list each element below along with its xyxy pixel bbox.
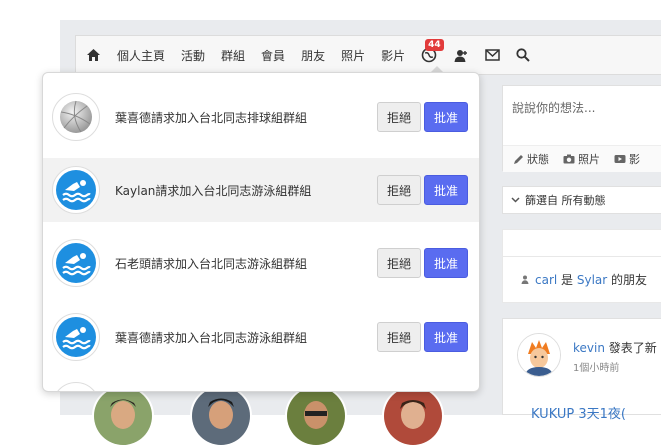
- reject-button[interactable]: 拒絕: [377, 175, 421, 205]
- approve-button[interactable]: 批准: [424, 248, 468, 278]
- group-requests-dropdown: 葉喜德請求加入台北同志排球組群組 拒絕 批准 Kaylan請求加入台北同志游泳組…: [42, 72, 480, 392]
- feed-timestamp: 1個小時前: [573, 363, 620, 374]
- friend-connector: 是: [557, 273, 577, 287]
- status-action[interactable]: 狀態: [513, 151, 549, 167]
- post-placeholder[interactable]: 說說你的想法...: [512, 99, 595, 116]
- avatar[interactable]: [190, 385, 252, 447]
- search-icon[interactable]: [516, 48, 530, 62]
- approve-button[interactable]: 批准: [424, 322, 468, 352]
- feed-author-line: kevin 發表了新: [573, 339, 657, 356]
- list-item: 葉喜德請求加入台北同志游泳組群組 拒絕 批准: [43, 305, 479, 369]
- request-text: 石老頭請求加入台北同志游泳組群組: [115, 256, 308, 271]
- nav-photos[interactable]: 照片: [341, 47, 365, 64]
- feed-action-text: 發表了新: [604, 341, 657, 355]
- approve-button[interactable]: 批准: [424, 102, 468, 132]
- avatar[interactable]: [285, 385, 347, 447]
- top-navigation: 個人主頁 活動 群組 會員 朋友 照片 影片 44: [75, 35, 661, 75]
- friend-user-link-1[interactable]: carl: [535, 273, 557, 287]
- nav-profile[interactable]: 個人主頁: [117, 47, 165, 64]
- approve-button[interactable]: 批准: [424, 175, 468, 205]
- request-text: Kaylan請求加入台北同志游泳組群組: [115, 183, 312, 198]
- avatar: [52, 382, 100, 391]
- nav-friends[interactable]: 朋友: [301, 47, 325, 64]
- nav-videos[interactable]: 影片: [381, 47, 405, 64]
- status-post-box[interactable]: 說說你的想法... 狀態 照片 影: [502, 85, 661, 172]
- notifications-globe-icon[interactable]: 44: [421, 39, 444, 63]
- photo-action[interactable]: 照片: [563, 151, 600, 167]
- video-icon: [614, 155, 626, 163]
- request-text: 葉喜德請求加入台北同志游泳組群組: [115, 330, 308, 345]
- reject-button[interactable]: 拒絕: [377, 248, 421, 278]
- photo-action-label: 照片: [578, 153, 600, 166]
- swimming-icon: [52, 313, 100, 361]
- activity-separator: [502, 229, 661, 257]
- nav-members[interactable]: 會員: [261, 47, 285, 64]
- feed-post-card: kevin 發表了新 1個小時前 KUKUP 3天1夜(: [502, 318, 661, 422]
- avatar[interactable]: [92, 385, 154, 447]
- pencil-icon: [514, 154, 523, 164]
- camera-icon: [563, 154, 575, 164]
- list-item: 葉喜德請求加入台北同志排球組群組 拒絕 批准: [43, 85, 479, 149]
- activity-filter[interactable]: 篩選自 所有動態: [502, 186, 661, 214]
- swimming-icon: [52, 166, 100, 214]
- notification-badge: 44: [425, 39, 444, 51]
- friend-requests-icon[interactable]: [453, 48, 469, 63]
- reject-button[interactable]: 拒絕: [377, 322, 421, 352]
- nav-activities[interactable]: 活動: [181, 47, 205, 64]
- video-action[interactable]: 影: [614, 151, 640, 167]
- messages-envelope-icon[interactable]: [485, 49, 500, 61]
- nav-groups[interactable]: 群組: [221, 47, 245, 64]
- home-icon[interactable]: [86, 48, 101, 62]
- filter-label: 篩選自 所有動態: [525, 194, 606, 207]
- reject-button[interactable]: 拒絕: [377, 102, 421, 132]
- chevron-down-icon: [511, 197, 520, 203]
- list-item: Kaylan請求加入台北同志游泳組群組 拒絕 批准: [43, 158, 479, 222]
- feed-author-link[interactable]: kevin: [573, 341, 605, 355]
- video-action-label: 影: [629, 153, 640, 166]
- avatar[interactable]: [382, 385, 444, 447]
- list-item: [43, 378, 479, 391]
- list-item: 石老頭請求加入台北同志游泳組群組 拒絕 批准: [43, 231, 479, 295]
- friend-suffix: 的朋友: [607, 273, 648, 287]
- friend-user-link-2[interactable]: Sylar: [577, 273, 607, 287]
- volleyball-icon: [52, 93, 100, 141]
- friend-activity-item: carl 是 Sylar 的朋友: [502, 257, 661, 303]
- status-action-label: 狀態: [527, 153, 549, 166]
- user-icon: [521, 275, 529, 284]
- post-actions-bar: 狀態 照片 影: [503, 145, 661, 172]
- request-text: 葉喜德請求加入台北同志排球組群組: [115, 110, 308, 125]
- swimming-icon: [52, 239, 100, 287]
- feed-post-title[interactable]: KUKUP 3天1夜(: [531, 403, 626, 422]
- avatar[interactable]: [517, 333, 561, 377]
